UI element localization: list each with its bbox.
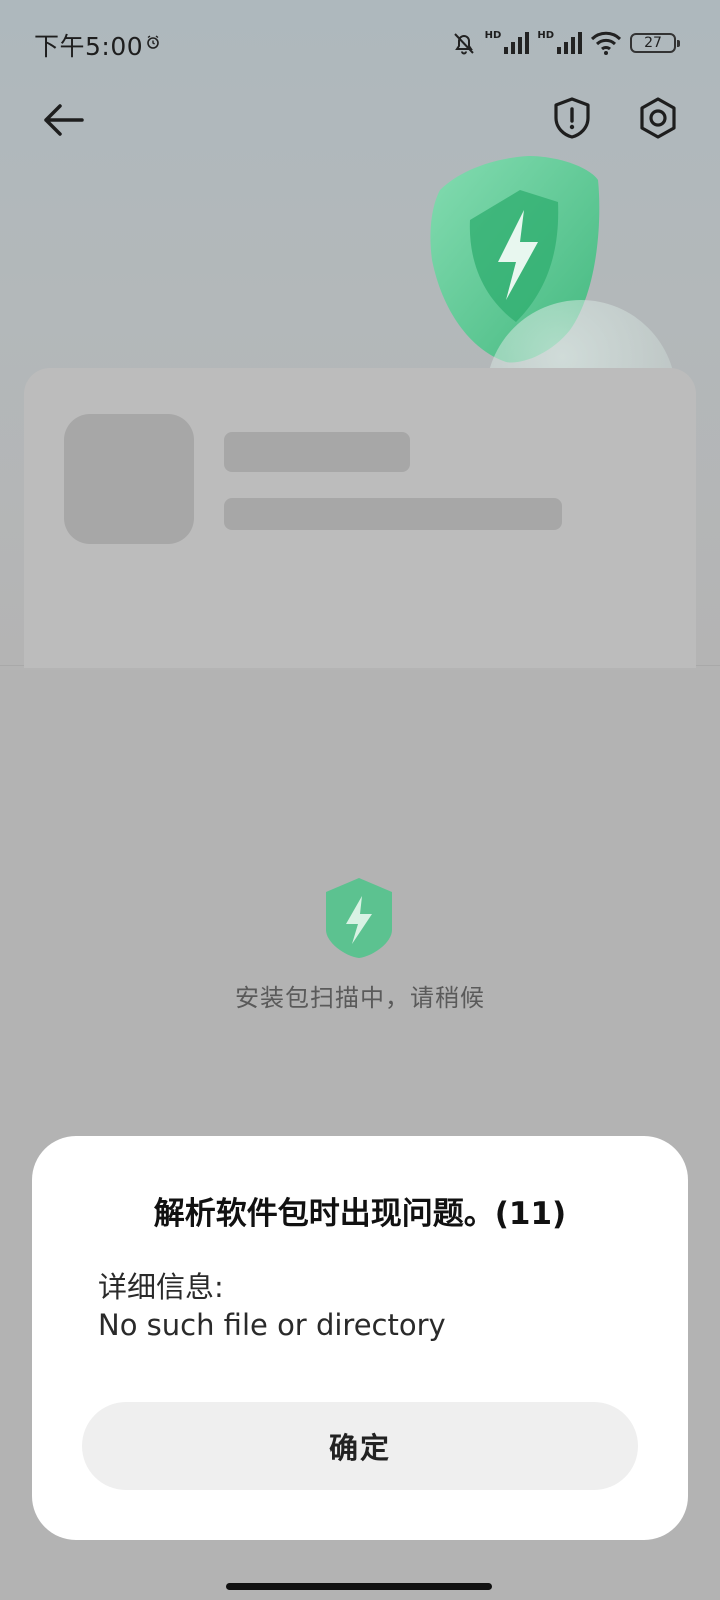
status-bar: 下午5:00 HD HD 27 bbox=[0, 0, 720, 80]
details-message: No such file or directory bbox=[98, 1308, 446, 1342]
hd-label-2: HD bbox=[537, 29, 554, 41]
wifi-icon bbox=[590, 31, 622, 55]
scan-status-text: 安装包扫描中，请稍候 bbox=[235, 984, 485, 1012]
battery-indicator: 27 bbox=[630, 33, 680, 53]
back-button[interactable] bbox=[40, 98, 86, 142]
status-icons: HD HD 27 bbox=[451, 28, 680, 58]
confirm-button[interactable]: 确定 bbox=[82, 1402, 638, 1490]
dialog-title: 解析软件包时出现问题。(11) bbox=[153, 1196, 567, 1232]
arrow-left-icon bbox=[44, 104, 84, 136]
hd-label-1: HD bbox=[484, 29, 502, 41]
app-icon-placeholder bbox=[64, 414, 194, 544]
battery-level: 27 bbox=[644, 35, 662, 51]
mute-bell-icon bbox=[453, 33, 474, 55]
home-indicator[interactable] bbox=[226, 1583, 492, 1590]
signal-icon-2 bbox=[557, 32, 582, 54]
app-version-placeholder bbox=[224, 498, 562, 530]
app-name-placeholder bbox=[224, 432, 410, 472]
error-dialog: 解析软件包时出现问题。(11) 详细信息: No such file or di… bbox=[32, 1136, 688, 1540]
security-warning-button[interactable] bbox=[552, 96, 592, 140]
scan-shield-icon bbox=[326, 878, 392, 958]
status-time: 下午5:00 bbox=[34, 32, 144, 61]
settings-button[interactable] bbox=[636, 96, 680, 140]
gear-icon bbox=[640, 97, 676, 139]
signal-icon-1 bbox=[504, 32, 530, 54]
app-info-card bbox=[24, 368, 696, 668]
alarm-clock-icon bbox=[147, 35, 159, 49]
details-label: 详细信息: bbox=[98, 1270, 224, 1304]
